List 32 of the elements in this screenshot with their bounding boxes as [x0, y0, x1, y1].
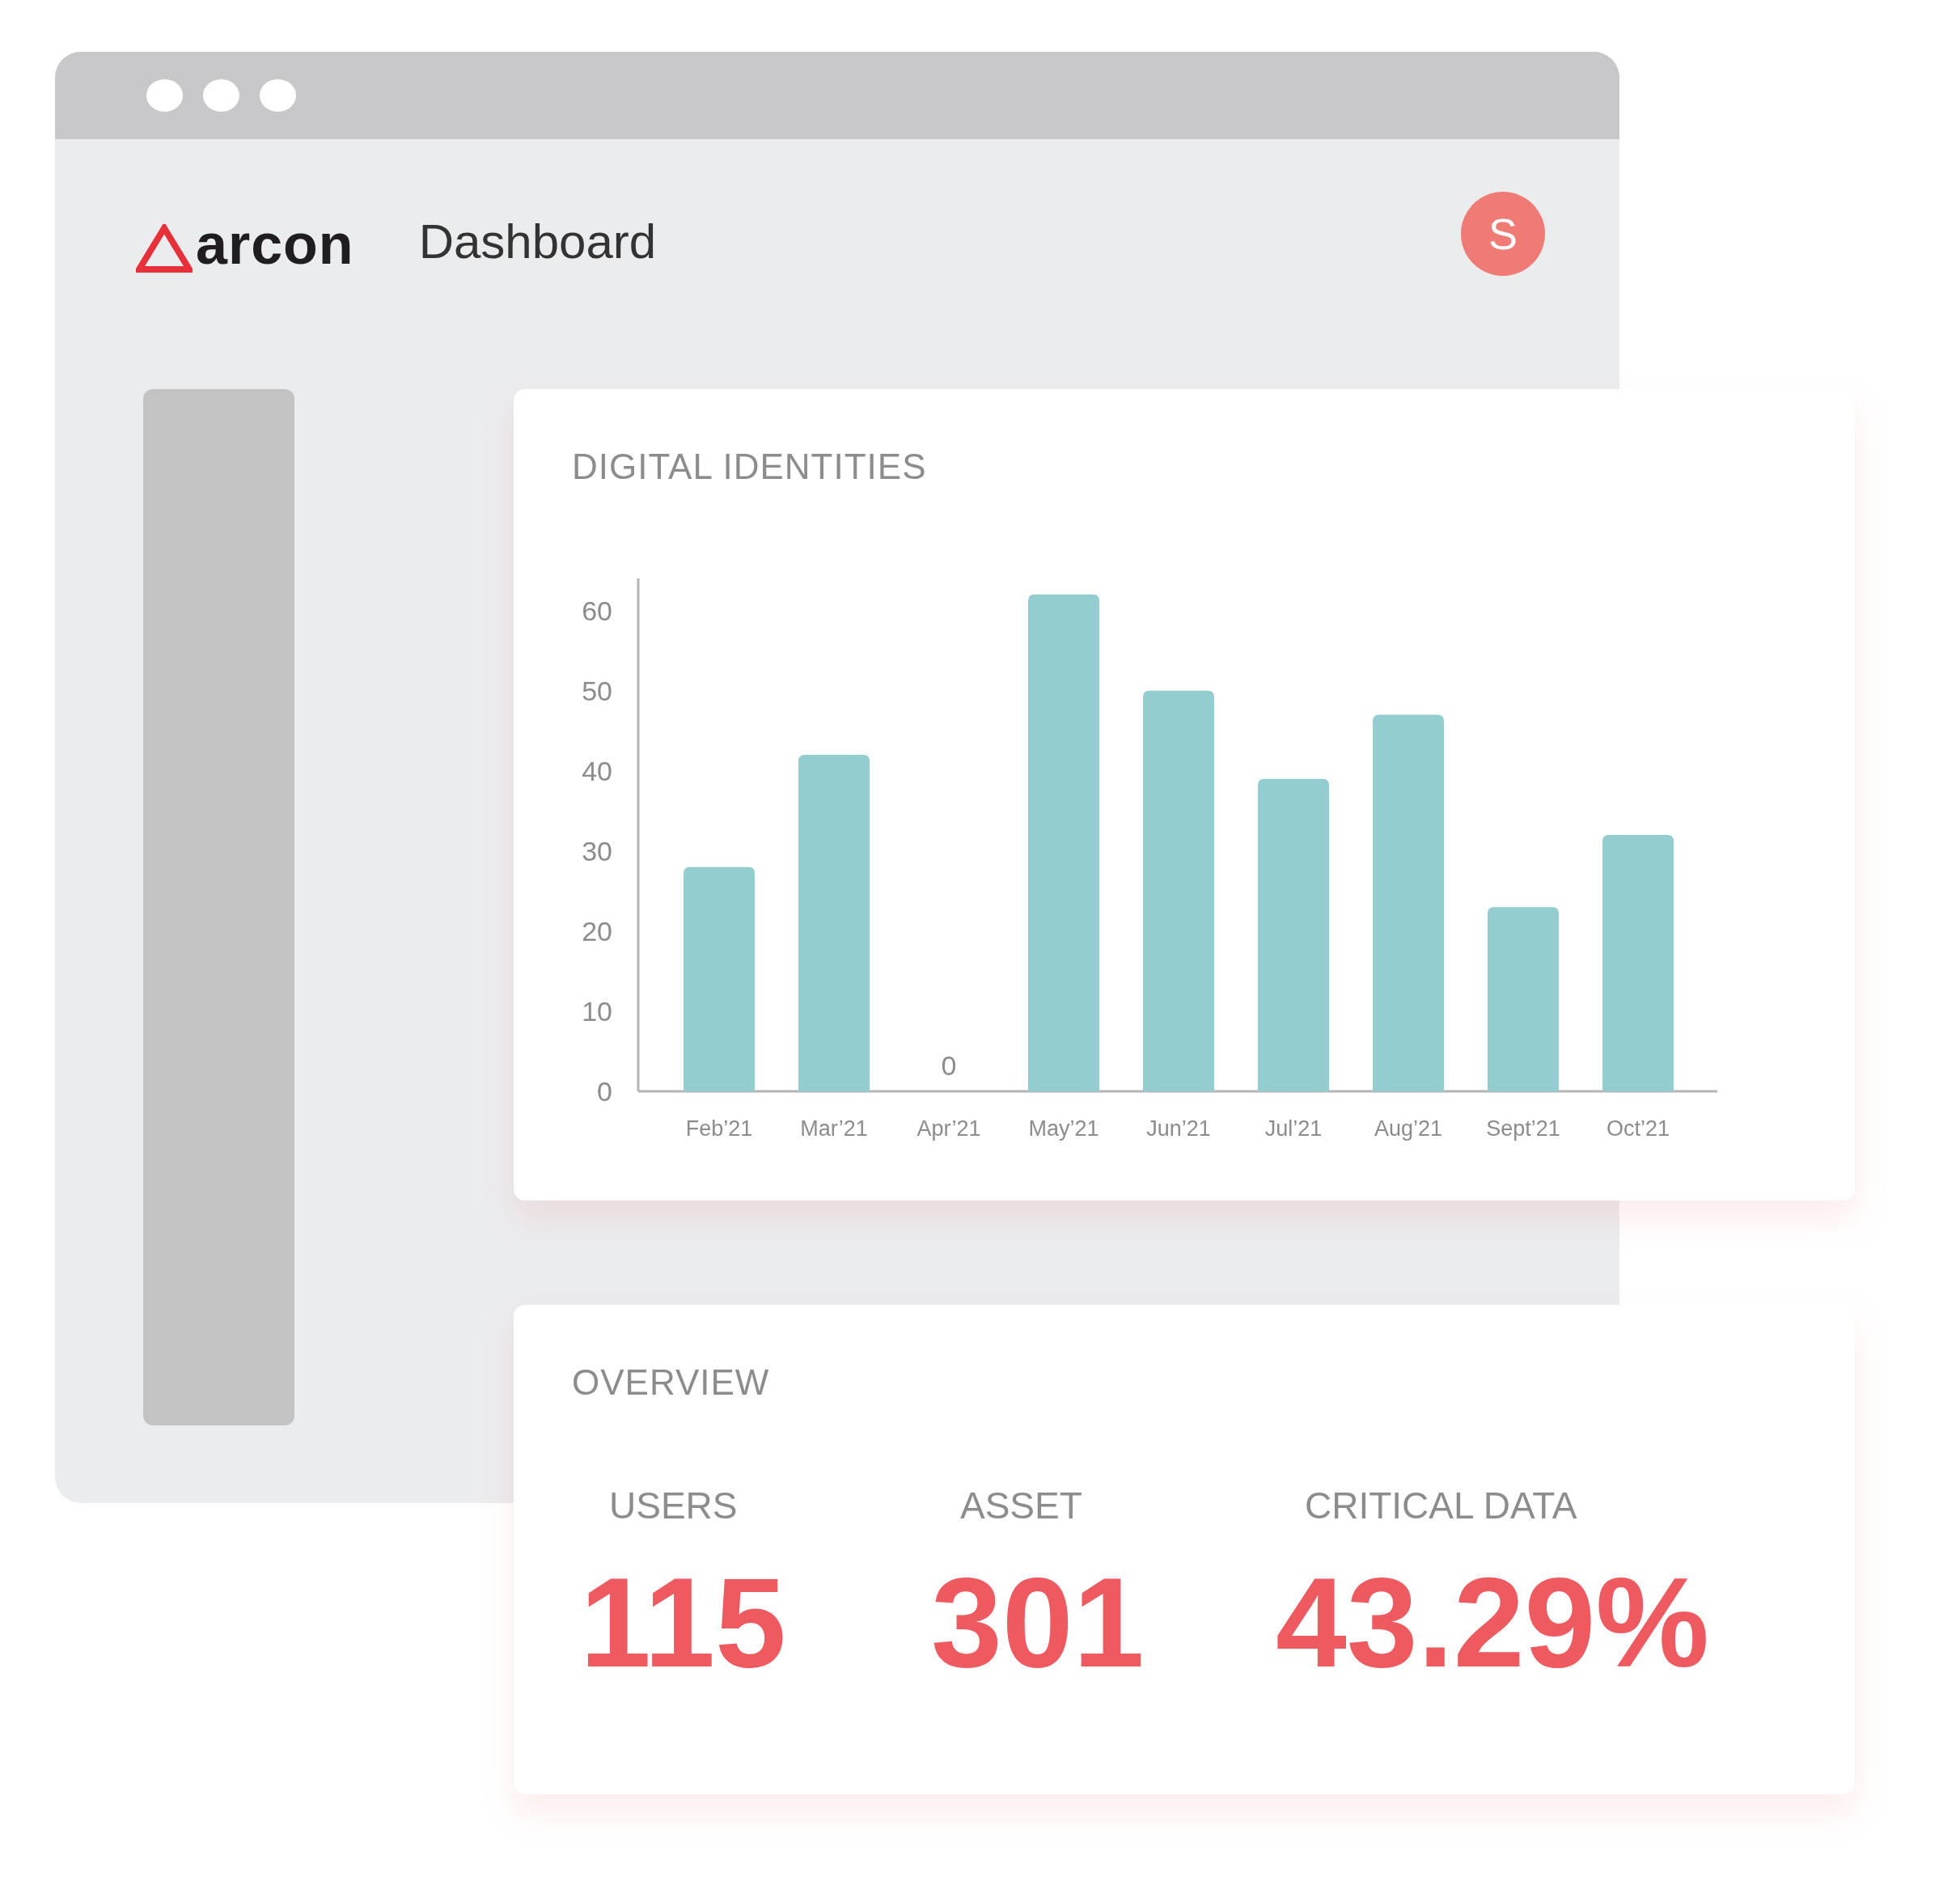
card-title: DIGITAL IDENTITIES	[572, 446, 927, 488]
x-tick-label: Mar’21	[800, 1116, 868, 1141]
x-tick-label: Oct’21	[1607, 1116, 1670, 1141]
y-tick-label: 50	[582, 675, 612, 706]
triangle-logo-icon	[136, 224, 193, 273]
y-tick-label: 20	[582, 915, 612, 946]
y-tick-label: 10	[582, 995, 612, 1027]
y-tick-label: 0	[597, 1076, 612, 1107]
window-dot-icon	[260, 79, 296, 112]
x-tick-label: Feb’21	[685, 1116, 753, 1141]
user-avatar[interactable]: S	[1461, 192, 1545, 276]
y-tick-label: 40	[582, 755, 612, 786]
stat-value: 115	[580, 1558, 786, 1687]
page-title: Dashboard	[418, 218, 657, 266]
x-tick-label: Apr’21	[917, 1116, 981, 1141]
window-dot-icon	[203, 79, 239, 112]
y-tick-label: 30	[582, 835, 612, 866]
stat-value: 301	[931, 1558, 1145, 1687]
window-dot-icon	[146, 79, 183, 112]
stat-label: USERS	[608, 1484, 738, 1527]
logo-text: arcon	[196, 216, 354, 273]
stat-value: 43.29%	[1276, 1558, 1709, 1687]
y-tick-label: 60	[582, 595, 612, 626]
x-tick-label: Jul’21	[1264, 1116, 1323, 1141]
stat-label: ASSET	[959, 1484, 1082, 1527]
value-label: 0	[941, 1050, 957, 1081]
x-tick-label: Sept’21	[1486, 1116, 1560, 1141]
card-title: OVERVIEW	[572, 1362, 770, 1402]
x-tick-label: May’21	[1028, 1116, 1099, 1141]
stat-label: CRITICAL DATA	[1304, 1484, 1577, 1527]
x-tick-label: Aug’21	[1374, 1116, 1443, 1141]
x-tick-label: Jun’21	[1146, 1116, 1211, 1141]
